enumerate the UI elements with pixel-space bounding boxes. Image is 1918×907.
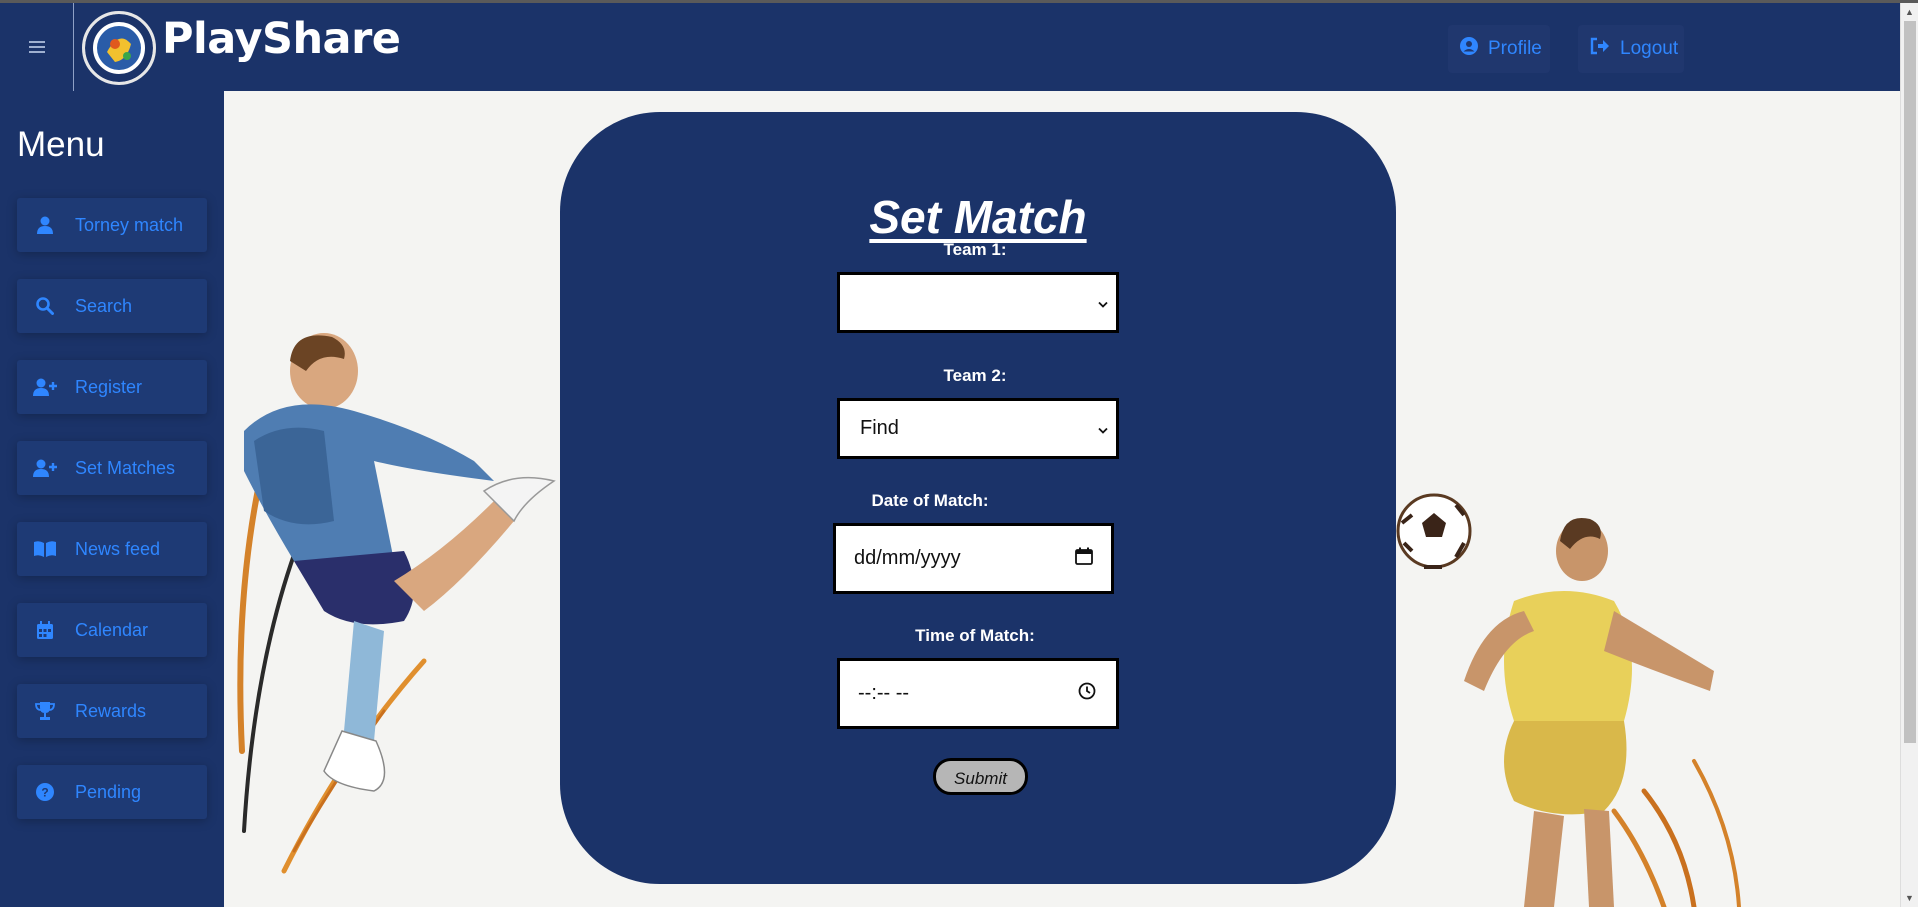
profile-label: Profile (1488, 38, 1542, 59)
team1-label: Team 1: (943, 240, 1007, 259)
search-icon (32, 295, 58, 317)
user-plus-icon (32, 376, 58, 398)
sidebar-item-rewards[interactable]: Rewards (17, 684, 207, 738)
brand-name: PlayShare (162, 14, 401, 64)
sidebar-item-pending[interactable]: ? Pending (17, 765, 207, 819)
profile-button[interactable]: Profile (1448, 25, 1550, 73)
calendar-icon[interactable] (1075, 547, 1093, 571)
set-match-form: Set Match Team 1: Team 2: Find Date of M… (560, 112, 1396, 884)
chevron-down-icon (1098, 417, 1108, 440)
team2-select[interactable]: Find (837, 398, 1119, 459)
soccer-player-heading-illustration (1396, 493, 1741, 907)
sidebar-item-label: Search (75, 295, 133, 316)
sidebar-item-label: Register (75, 376, 143, 397)
user-icon (32, 214, 58, 236)
scroll-down-arrow-icon[interactable]: ▼ (1905, 893, 1914, 903)
team2-selected-value: Find (860, 417, 899, 439)
date-placeholder: dd/mm/yyyy (854, 547, 961, 569)
scroll-up-arrow-icon[interactable]: ▲ (1905, 7, 1914, 17)
top-header: PlayShare Profile Logout (0, 3, 1900, 91)
sidebar-item-search[interactable]: Search (17, 279, 207, 333)
user-plus-icon (32, 457, 58, 479)
question-circle-icon: ? (32, 781, 58, 803)
logout-label: Logout (1620, 38, 1679, 59)
logout-button[interactable]: Logout (1578, 25, 1684, 73)
soccer-player-kicking-illustration (237, 333, 556, 874)
team1-select[interactable] (837, 272, 1119, 333)
time-placeholder: --:-- -- (858, 682, 910, 704)
menu-title: Menu (17, 125, 105, 164)
main-content: Set Match Team 1: Team 2: Find Date of M… (224, 91, 1900, 907)
vertical-scrollbar[interactable]: ▲ ▼ (1900, 3, 1918, 907)
date-of-match-input[interactable]: dd/mm/yyyy (833, 523, 1114, 594)
team2-label: Team 2: (943, 366, 1007, 385)
playshare-logo (82, 11, 156, 85)
sidebar-item-label: Pending (75, 781, 142, 802)
date-label: Date of Match: (871, 491, 989, 510)
user-circle-icon (1460, 37, 1478, 61)
sidebar-item-calendar[interactable]: Calendar (17, 603, 207, 657)
sidebar-item-torney-match[interactable]: Torney match (17, 198, 207, 252)
svg-text:?: ? (41, 786, 48, 800)
form-title: Set Match (869, 191, 1087, 243)
hamburger-menu-icon[interactable] (0, 3, 74, 91)
trophy-icon (32, 700, 58, 722)
clock-icon[interactable] (1078, 682, 1096, 706)
sidebar-item-set-matches[interactable]: Set Matches (17, 441, 207, 495)
sign-out-icon (1590, 37, 1610, 61)
sidebar: Menu Torney match Search Register Set Ma… (0, 91, 224, 907)
sidebar-item-label: Set Matches (75, 457, 176, 478)
time-label: Time of Match: (915, 626, 1035, 645)
chevron-down-icon (1098, 291, 1108, 314)
sidebar-item-register[interactable]: Register (17, 360, 207, 414)
sidebar-item-label: Torney match (75, 214, 184, 235)
calendar-icon (32, 619, 58, 641)
scrollbar-thumb[interactable] (1904, 21, 1916, 743)
submit-button[interactable]: Submit (933, 758, 1028, 795)
time-of-match-input[interactable]: --:-- -- (837, 658, 1119, 729)
sidebar-item-label: Calendar (75, 619, 149, 640)
sidebar-item-label: Rewards (75, 700, 147, 721)
sidebar-item-news-feed[interactable]: News feed (17, 522, 207, 576)
book-open-icon (32, 538, 58, 560)
sidebar-item-label: News feed (75, 538, 161, 559)
